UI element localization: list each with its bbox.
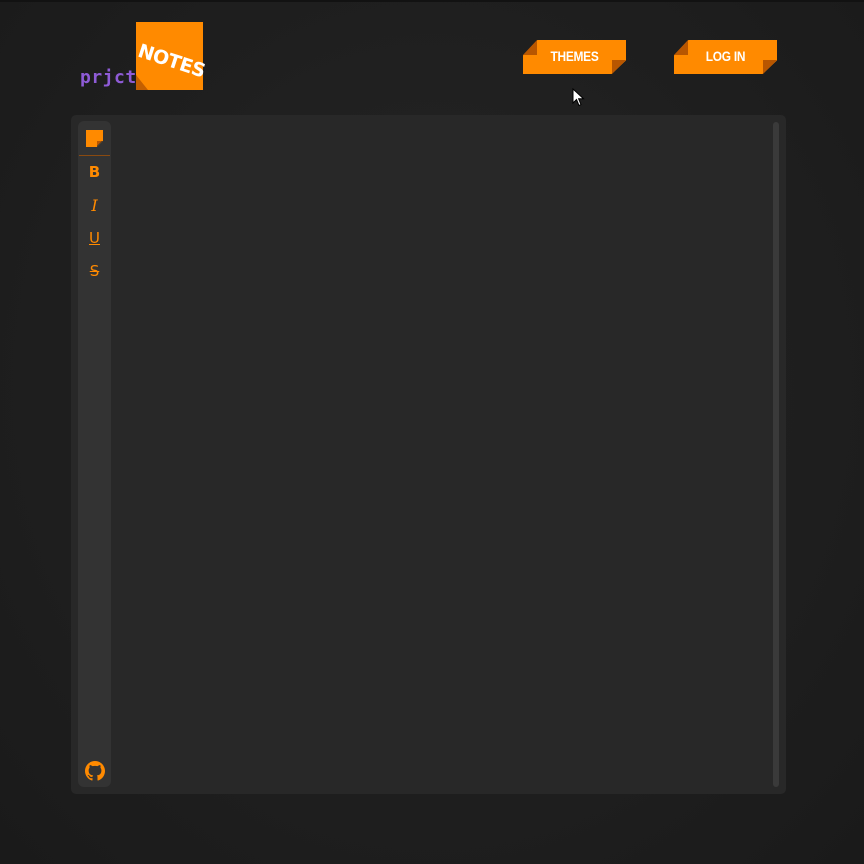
login-button-label: LOG IN — [705, 48, 746, 64]
bold-label: B — [88, 163, 101, 181]
themes-button[interactable]: THEMES — [523, 40, 626, 74]
note-text-area[interactable] — [117, 121, 767, 787]
editor-panel: B I U S — [71, 115, 786, 794]
github-icon — [84, 761, 105, 781]
github-link[interactable] — [78, 757, 111, 785]
editor-scrollbar[interactable] — [773, 122, 779, 787]
strikethrough-button[interactable]: S — [78, 257, 111, 285]
themes-button-label: THEMES — [550, 48, 599, 64]
logo-prjct-text: prjct — [80, 67, 137, 88]
mouse-cursor-icon — [572, 88, 585, 107]
strikethrough-label: S — [89, 262, 100, 280]
new-note-button[interactable] — [78, 124, 111, 152]
italic-label: I — [91, 195, 98, 215]
app-logo[interactable]: NOTES prjct — [78, 20, 208, 94]
underline-label: U — [89, 229, 100, 247]
italic-button[interactable]: I — [78, 191, 111, 219]
toolbar-divider — [79, 155, 110, 156]
underline-button[interactable]: U — [78, 224, 111, 252]
format-toolbar: B I U S — [78, 121, 111, 787]
login-button[interactable]: LOG IN — [674, 40, 777, 74]
bold-button[interactable]: B — [78, 158, 111, 186]
top-border — [0, 0, 864, 2]
sticky-note-icon — [86, 129, 103, 147]
